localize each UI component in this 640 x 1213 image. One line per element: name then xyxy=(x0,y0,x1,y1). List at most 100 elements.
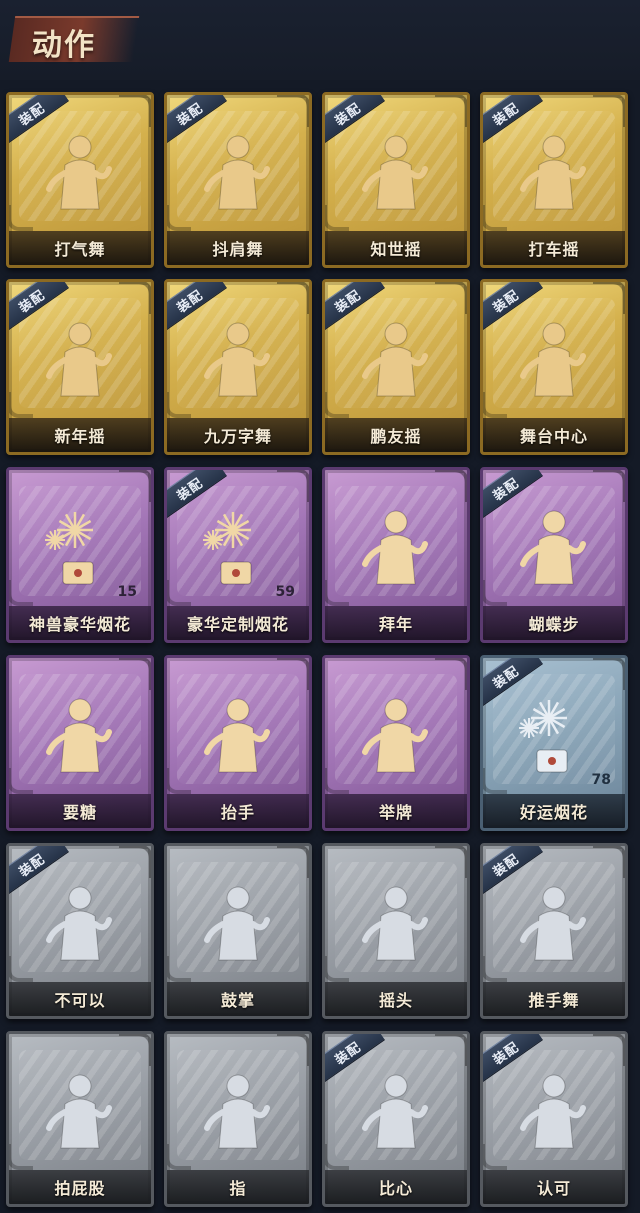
card-corner-ornament xyxy=(483,580,507,606)
card-corner-ornament xyxy=(9,956,33,982)
twirl-dance-icon xyxy=(193,316,283,406)
card-label-bar: 豪华定制烟花 xyxy=(167,606,309,640)
card-label: 知世摇 xyxy=(370,240,422,259)
item-count: 78 xyxy=(591,772,611,788)
action-card[interactable]: 鹏友摇 装配 xyxy=(322,279,470,455)
card-corner-ornament xyxy=(483,1144,507,1170)
sway-music-icon xyxy=(351,129,441,219)
action-card[interactable]: 59 豪华定制烟花 装配 xyxy=(164,467,312,643)
card-label-bar: 摇头 xyxy=(325,982,467,1016)
action-card[interactable]: 打车摇 装配 xyxy=(480,92,628,268)
card-label-bar: 蝴蝶步 xyxy=(483,606,625,640)
card-corner-ornament xyxy=(435,846,467,878)
card-label: 鹏友摇 xyxy=(370,427,422,446)
butterfly-step-icon xyxy=(509,504,599,594)
action-grid: 打气舞 装配 抖肩舞 装配 知世摇 装配 打车摇 装配 新年摇 装配 九万字舞 装配 鹏友摇 装配 舞台中心… xyxy=(0,0,640,1213)
action-card[interactable]: 不可以 装配 xyxy=(6,843,154,1019)
card-label: 拜年 xyxy=(378,615,413,634)
card-corner-ornament xyxy=(593,1034,625,1066)
card-label-bar: 鼓掌 xyxy=(167,982,309,1016)
card-label: 指 xyxy=(229,1179,247,1198)
card-label: 打车摇 xyxy=(528,240,580,259)
card-label: 鼓掌 xyxy=(220,991,255,1010)
bow-greeting-icon xyxy=(351,504,441,594)
shoulder-shake-icon xyxy=(193,129,283,219)
card-label-bar: 好运烟花 xyxy=(483,794,625,828)
action-card[interactable]: 要糖 xyxy=(6,655,154,831)
card-label: 比心 xyxy=(378,1179,413,1198)
action-card[interactable]: 蝴蝶步 装配 xyxy=(480,467,628,643)
action-card[interactable]: 指 xyxy=(164,1031,312,1207)
dancer-music-icon xyxy=(35,129,125,219)
fireworks-box-icon xyxy=(35,504,125,594)
card-corner-ornament xyxy=(119,470,151,502)
card-label: 认可 xyxy=(536,1179,571,1198)
hold-sign-icon xyxy=(351,692,441,782)
card-corner-ornament xyxy=(593,282,625,314)
card-label-bar: 鹏友摇 xyxy=(325,418,467,452)
action-card[interactable]: 新年摇 装配 xyxy=(6,279,154,455)
action-card[interactable]: 15 神兽豪华烟花 xyxy=(6,467,154,643)
card-corner-ornament xyxy=(167,768,191,794)
card-corner-ornament xyxy=(167,1144,191,1170)
card-corner-ornament xyxy=(119,658,151,690)
card-label-bar: 拍屁股 xyxy=(9,1170,151,1204)
card-label: 蝴蝶步 xyxy=(528,615,580,634)
card-corner-ornament xyxy=(119,282,151,314)
card-label-bar: 拜年 xyxy=(325,606,467,640)
thumbs-up-icon xyxy=(509,1068,599,1158)
lucky-firework-icon xyxy=(509,692,599,782)
action-card[interactable]: 知世摇 装配 xyxy=(322,92,470,268)
action-card[interactable]: 举牌 xyxy=(322,655,470,831)
card-label: 九万字舞 xyxy=(203,427,272,446)
card-corner-ornament xyxy=(325,1144,349,1170)
action-card[interactable]: 认可 装配 xyxy=(480,1031,628,1207)
action-card[interactable]: 舞台中心 装配 xyxy=(480,279,628,455)
card-corner-ornament xyxy=(119,846,151,878)
card-corner-ornament xyxy=(325,392,349,418)
card-corner-ornament xyxy=(483,392,507,418)
card-corner-ornament xyxy=(593,658,625,690)
action-card[interactable]: 推手舞 装配 xyxy=(480,843,628,1019)
arm-wave-icon xyxy=(509,129,599,219)
action-card[interactable]: 摇头 xyxy=(322,843,470,1019)
action-card[interactable]: 拜年 xyxy=(322,467,470,643)
card-label: 舞台中心 xyxy=(519,427,588,446)
action-card[interactable]: 九万字舞 装配 xyxy=(164,279,312,455)
action-card[interactable]: 78 好运烟花 装配 xyxy=(480,655,628,831)
action-card[interactable]: 比心 装配 xyxy=(322,1031,470,1207)
action-card[interactable]: 抬手 xyxy=(164,655,312,831)
card-corner-ornament xyxy=(435,470,467,502)
card-label: 推手舞 xyxy=(528,991,580,1010)
head-shake-icon xyxy=(351,880,441,970)
card-corner-ornament xyxy=(167,580,191,606)
card-corner-ornament xyxy=(435,658,467,690)
card-label: 抖肩舞 xyxy=(212,240,264,259)
raise-hand-icon xyxy=(193,692,283,782)
item-count: 59 xyxy=(275,584,295,600)
action-card[interactable]: 打气舞 装配 xyxy=(6,92,154,268)
card-corner-ornament xyxy=(277,658,309,690)
card-corner-ornament xyxy=(593,95,625,127)
card-label-bar: 认可 xyxy=(483,1170,625,1204)
new-year-sway-icon xyxy=(35,316,125,406)
action-card[interactable]: 鼓掌 xyxy=(164,843,312,1019)
card-corner-ornament xyxy=(325,205,349,231)
card-label-bar: 新年摇 xyxy=(9,418,151,452)
card-corner-ornament xyxy=(325,768,349,794)
card-corner-ornament xyxy=(9,392,33,418)
card-corner-ornament xyxy=(483,956,507,982)
action-card[interactable]: 抖肩舞 装配 xyxy=(164,92,312,268)
card-label-bar: 打气舞 xyxy=(9,231,151,265)
card-label: 不可以 xyxy=(54,991,106,1010)
card-corner-ornament xyxy=(435,95,467,127)
card-label-bar: 要糖 xyxy=(9,794,151,828)
item-count: 15 xyxy=(117,584,137,600)
card-label: 拍屁股 xyxy=(54,1179,106,1198)
card-corner-ornament xyxy=(119,1034,151,1066)
card-corner-ornament xyxy=(167,205,191,231)
card-corner-ornament xyxy=(483,205,507,231)
card-corner-ornament xyxy=(9,768,33,794)
action-card[interactable]: 拍屁股 xyxy=(6,1031,154,1207)
wing-sway-icon xyxy=(351,316,441,406)
